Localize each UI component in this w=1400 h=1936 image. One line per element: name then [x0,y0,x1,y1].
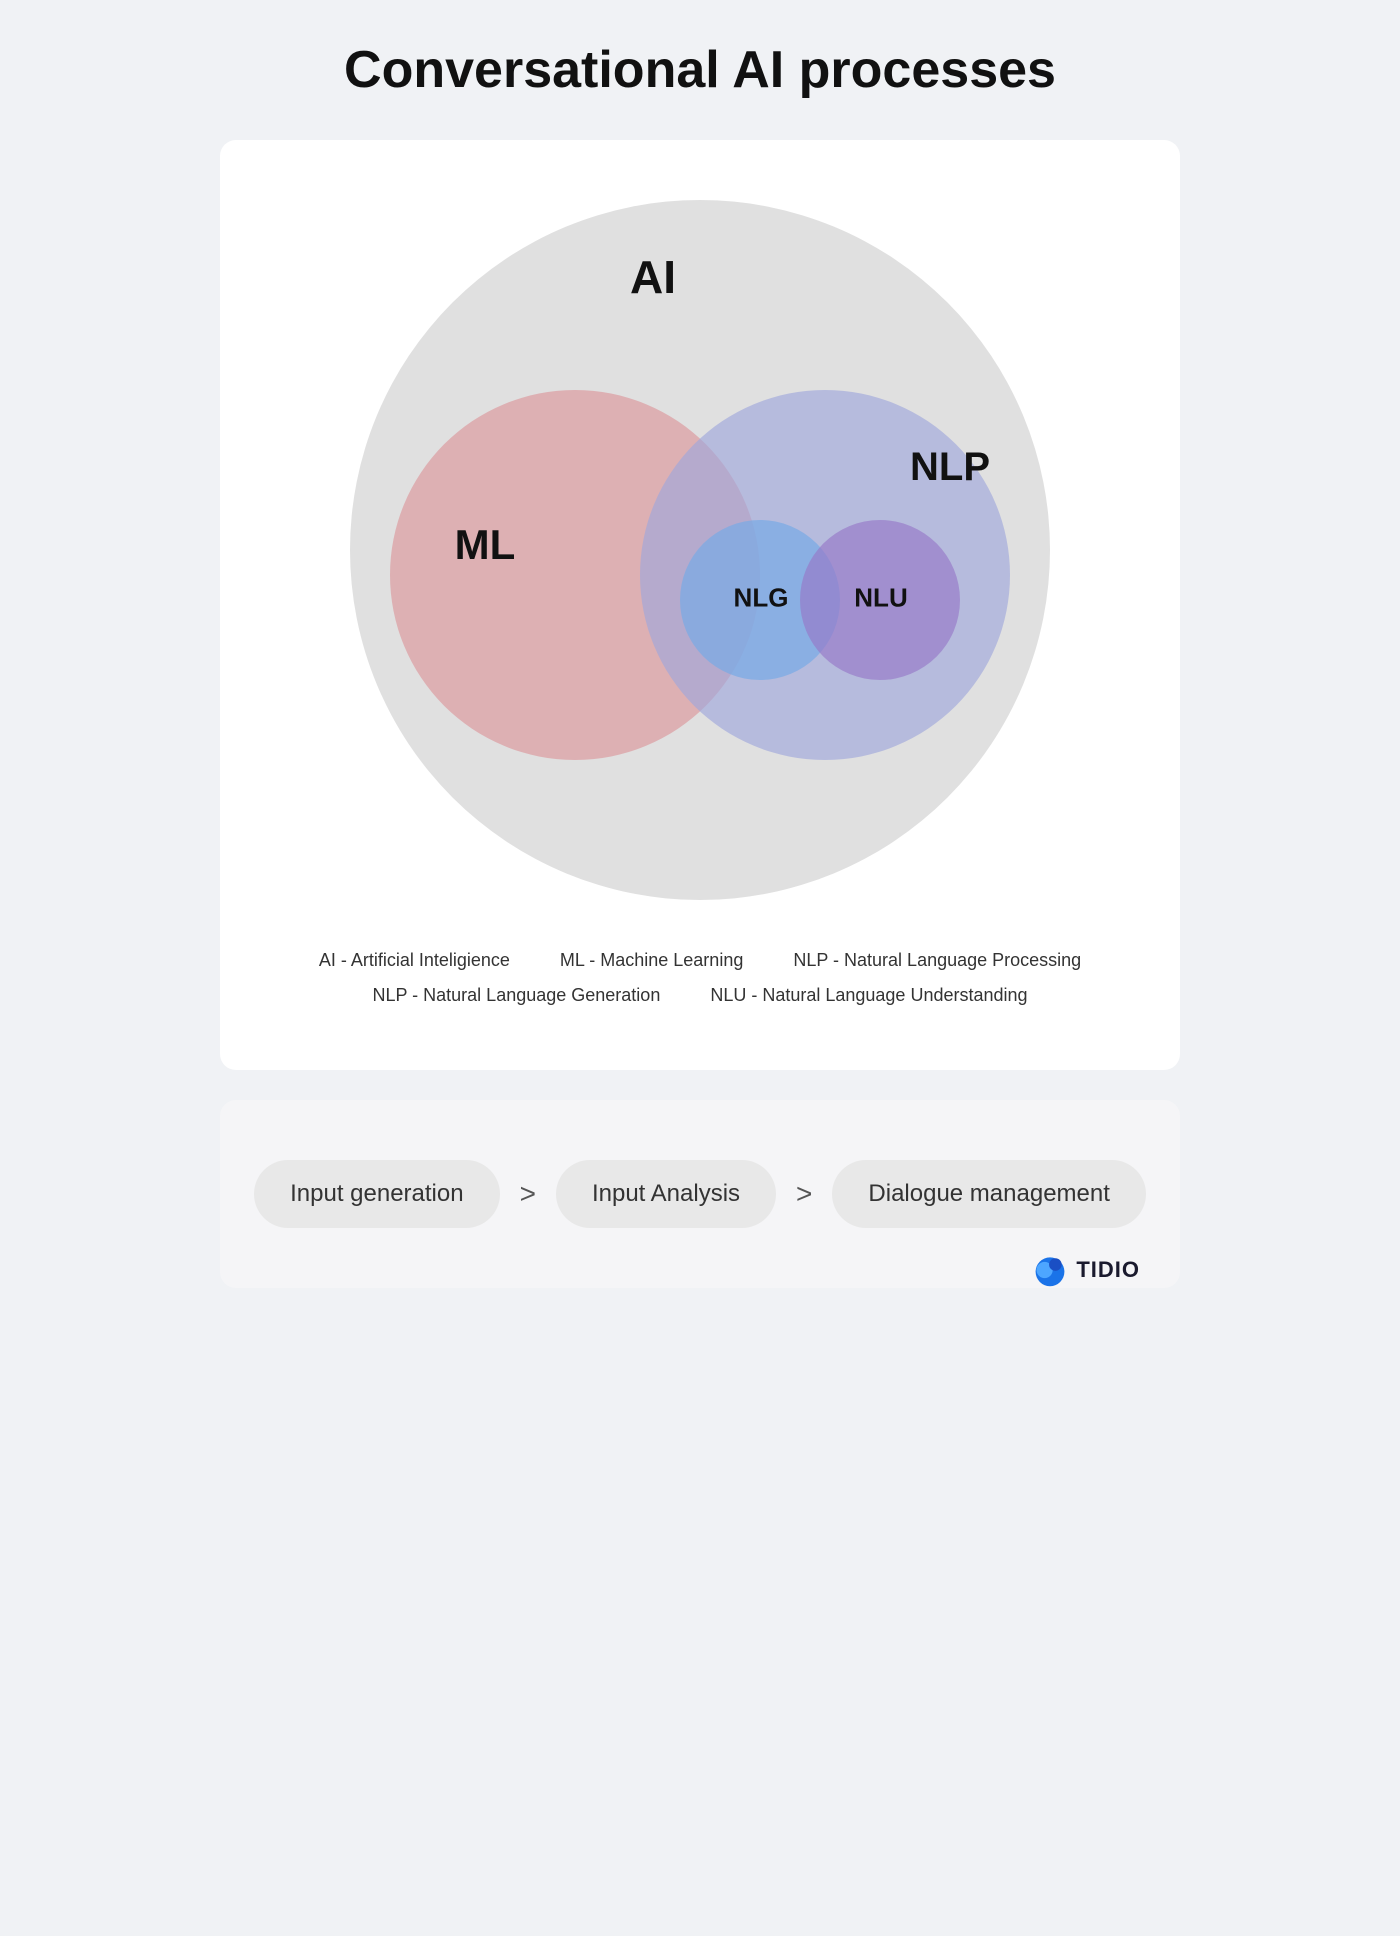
venn-diagram-card: AI ML NLP NLG NLU AI - Artificial Inteli… [220,140,1180,1070]
ai-label: AI [630,250,676,304]
flow-arrow-2: > [796,1178,812,1210]
legend-item-nlu: NLU - Natural Language Understanding [710,985,1027,1006]
legend-item-ml: ML - Machine Learning [560,950,743,971]
tidio-icon [1032,1252,1068,1288]
page-title: Conversational AI processes [344,40,1056,100]
legend-row-2: NLP - Natural Language Generation NLU - … [260,985,1140,1006]
nlp-label: NLP [910,445,990,490]
nlu-label: NLU [854,583,907,614]
legend-row-1: AI - Artificial Inteligience ML - Machin… [260,950,1140,971]
legend-item-ai: AI - Artificial Inteligience [319,950,510,971]
legend-item-nlp: NLP - Natural Language Processing [793,950,1081,971]
nlg-label: NLG [734,583,789,614]
flow-arrow-1: > [520,1178,536,1210]
flow-step-1: Input generation [254,1160,499,1228]
venn-diagram: AI ML NLP NLG NLU [290,190,1110,910]
flow-step-2: Input Analysis [556,1160,776,1228]
tidio-logo: TIDIO [1032,1252,1140,1288]
ml-label: ML [455,521,516,569]
legend-item-nlg: NLP - Natural Language Generation [372,985,660,1006]
legend: AI - Artificial Inteligience ML - Machin… [260,950,1140,1006]
tidio-name: TIDIO [1076,1257,1140,1283]
flow-step-3: Dialogue management [832,1160,1146,1228]
